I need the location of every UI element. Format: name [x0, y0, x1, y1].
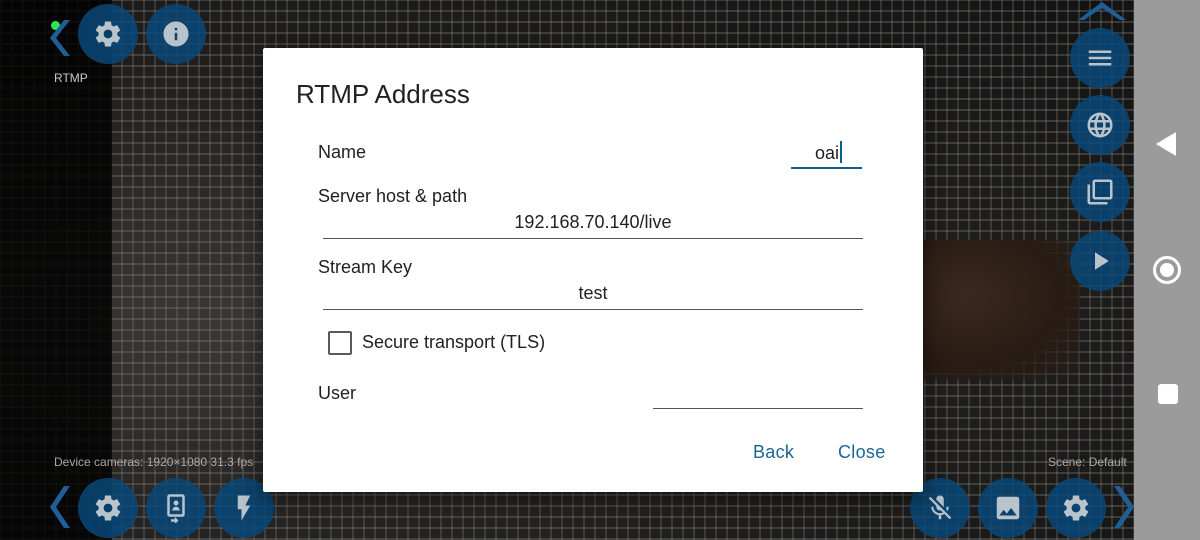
dialog-title: RTMP Address [296, 79, 470, 109]
text-caret [840, 141, 842, 163]
tls-checkbox-label[interactable]: Secure transport (TLS) [362, 332, 545, 353]
chevron-right-icon[interactable] [1112, 484, 1134, 535]
name-input[interactable]: oai [791, 137, 862, 169]
name-value: oai [814, 143, 839, 163]
info-icon [163, 21, 189, 47]
scene-settings-button[interactable] [1046, 478, 1106, 538]
recents-icon[interactable] [1158, 384, 1178, 404]
server-host-label: Server host & path [318, 186, 468, 206]
menu-icon [1088, 50, 1112, 66]
start-stream-button[interactable] [1070, 231, 1130, 291]
info-button[interactable] [146, 4, 206, 64]
image-icon [996, 496, 1020, 520]
gear-icon [95, 495, 121, 521]
settings-button[interactable] [78, 4, 138, 64]
portrait-swap-icon [167, 494, 185, 523]
user-input[interactable] [653, 382, 863, 409]
stream-name-label: RTMP [54, 71, 88, 85]
user-label: User [318, 383, 357, 403]
streams-button[interactable] [1070, 95, 1130, 155]
layers-icon [1087, 179, 1113, 205]
tls-checkbox[interactable] [328, 331, 352, 355]
close-button[interactable]: Close [838, 442, 886, 463]
mic-off-icon [928, 495, 952, 520]
back-icon[interactable] [1156, 132, 1176, 156]
switch-camera-button[interactable] [146, 478, 206, 538]
rtmp-address-dialog: RTMP Address Name oai Server host & path… [263, 48, 923, 492]
scene-image-button[interactable] [978, 478, 1038, 538]
gear-icon [1063, 495, 1089, 521]
camera-settings-button[interactable] [78, 478, 138, 538]
flash-icon [237, 495, 251, 521]
chevron-up-icon[interactable] [1076, 0, 1128, 27]
camera-status-text: Device cameras: 1920×1080 31.3 fps [54, 455, 254, 469]
back-button[interactable]: Back [753, 442, 794, 463]
layers-button[interactable] [1070, 162, 1130, 222]
system-navigation-bar [1134, 0, 1200, 540]
chevron-left-icon[interactable] [50, 484, 74, 535]
name-label: Name [318, 142, 367, 162]
home-icon[interactable] [1153, 256, 1181, 284]
chevron-left-icon[interactable] [50, 18, 74, 63]
menu-button[interactable] [1070, 28, 1130, 88]
stream-key-label: Stream Key [318, 257, 413, 277]
server-host-input[interactable] [323, 212, 863, 239]
gear-icon [95, 21, 121, 47]
stream-key-input[interactable] [323, 283, 863, 310]
play-icon [1095, 252, 1109, 270]
scene-status-text: Scene: Default [1048, 455, 1127, 469]
globe-icon [1087, 112, 1113, 138]
